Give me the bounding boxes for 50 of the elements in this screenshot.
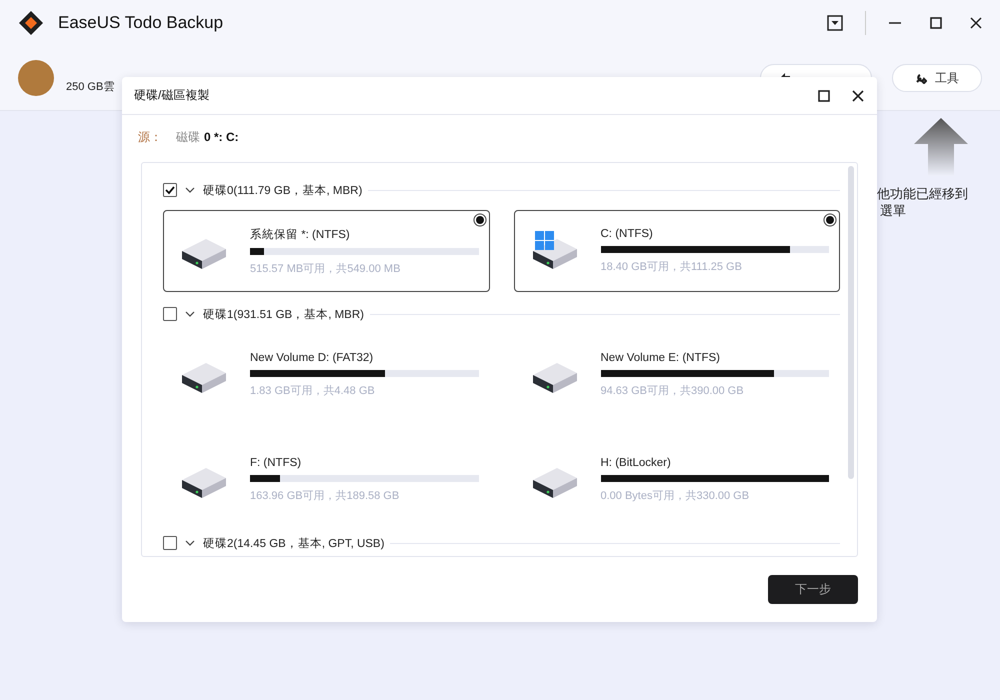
partition-card[interactable]: New Volume D: (FAT32) 1.83 GB可用，共4.48 GB [163, 334, 490, 416]
partition-name: New Volume E: (NTFS) [600, 352, 721, 364]
drive-with-windows-logo-icon [530, 231, 578, 271]
maximize-icon[interactable] [930, 17, 942, 29]
up-arrow-drawing [914, 118, 968, 176]
partition-name: 系統保留 *: (NTFS) [250, 227, 351, 242]
scrollbar[interactable] [848, 166, 854, 479]
source-label: 源： [138, 128, 162, 146]
dropdown-menu-icon[interactable] [827, 15, 843, 31]
partition-card[interactable]: New Volume E: (NTFS) 94.63 GB可用，共390.00 GB [514, 334, 840, 416]
partition-name: C: (NTFS) [600, 228, 654, 240]
partition-size: 0.00 Bytes可用，共330.00 GB [600, 489, 750, 503]
chevron-down-icon[interactable] [185, 538, 195, 548]
partition-size: 515.57 MB可用，共549.00 MB [250, 262, 402, 276]
partition-size: 163.96 GB可用，共189.58 GB [250, 489, 400, 503]
chevron-down-icon[interactable] [185, 185, 195, 195]
checkbox[interactable] [163, 307, 177, 321]
disk-label: 硬碟2(14.45 GB，基本, GPT, USB) [203, 536, 384, 550]
source-value: 0 *: C: [204, 130, 239, 144]
close-icon[interactable] [852, 90, 864, 102]
partition-card[interactable]: 系統保留 *: (NTFS) 515.57 MB可用，共549.00 MB [163, 210, 490, 292]
partition-size: 94.63 GB可用，共390.00 GB [600, 384, 745, 398]
tip-text: 他功能已經移到 [877, 186, 968, 203]
partition-size: 1.83 GB可用，共4.48 GB [250, 384, 376, 398]
tip-text: 選單 [879, 203, 907, 220]
app-title: EaseUS Todo Backup [58, 13, 224, 33]
partition-name: New Volume D: (FAT32) [250, 352, 374, 364]
partition-name: H: (BitLocker) [600, 457, 672, 469]
partition-card[interactable]: H: (BitLocker) 0.00 Bytes可用，共330.00 GB [514, 439, 840, 521]
source-disk-label: 磁碟 [176, 128, 200, 146]
checkbox[interactable] [163, 536, 177, 550]
storage-label: 250 GB雲 [66, 80, 114, 94]
partition-card[interactable]: F: (NTFS) 163.96 GB可用，共189.58 GB [163, 439, 490, 521]
chevron-down-icon[interactable] [185, 309, 195, 319]
partition-card[interactable]: C: (NTFS) 18.40 GB可用，共111.25 GB [514, 210, 840, 292]
partition-name: F: (NTFS) [250, 457, 302, 469]
checkbox[interactable] [163, 183, 177, 197]
radio-selected-icon [823, 213, 837, 227]
partition-size: 18.40 GB可用，共111.25 GB [600, 260, 743, 274]
next-button[interactable]: 下一步 [768, 575, 858, 604]
disk-label: 硬碟1(931.51 GB，基本, MBR) [203, 308, 364, 322]
tools-button[interactable]: 工具 [892, 64, 982, 92]
radio-selected-icon [472, 213, 486, 227]
wrench-icon [915, 72, 927, 84]
disk-label: 硬碟0(111.79 GB，基本, MBR) [203, 184, 362, 198]
maximize-icon[interactable] [818, 90, 830, 102]
logo-icon [18, 10, 44, 36]
close-icon[interactable] [970, 17, 982, 29]
dialog-title: 硬碟/磁區複製 [134, 87, 210, 104]
avatar [18, 60, 54, 96]
